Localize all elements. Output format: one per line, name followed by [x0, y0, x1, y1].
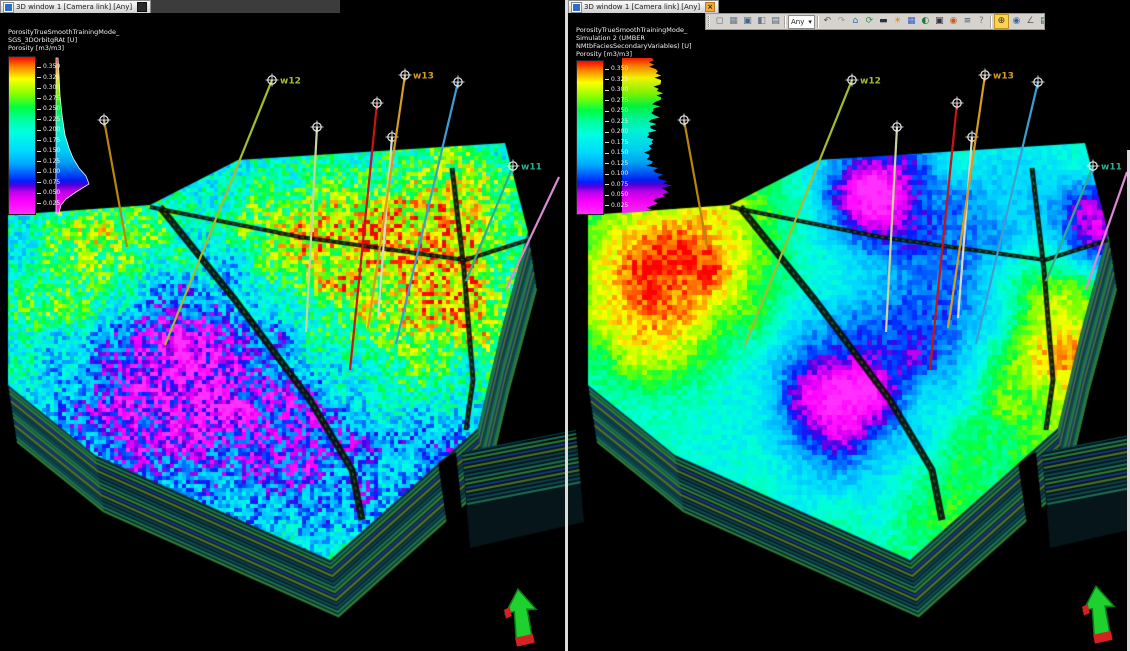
legend-tick: 0.250 — [605, 108, 628, 114]
left-window-tab[interactable]: 3D window 1 [Camera link] [Any] ▪ — [0, 0, 151, 13]
legend-tick: 0.225 — [37, 117, 60, 123]
legend-tick: 0.050 — [37, 190, 60, 196]
well-label: w11 — [521, 163, 542, 173]
well-label: w11 — [1101, 163, 1122, 173]
north-arrow-left — [502, 587, 540, 647]
well-left-1[interactable] — [98, 114, 128, 248]
well-label: w13 — [413, 72, 434, 82]
save-icon[interactable]: ▣ — [741, 15, 754, 28]
toolbar-separator — [817, 16, 819, 28]
legend-tick: 0.150 — [37, 148, 60, 154]
legend-tick: 0.300 — [37, 85, 60, 91]
right-legend-title: PorosityTrueSmoothTrainingMode_ Simulati… — [576, 26, 692, 58]
left-tab-strip: 3D window 1 [Camera link] [Any] ▪ — [0, 0, 340, 13]
left-legend-ticks: 0.350 0.325 0.300 0.275 0.250 0.225 0.200 0.175… — [37, 56, 71, 216]
table-icon[interactable]: ▦ — [727, 15, 740, 28]
legend-tick: 0.150 — [605, 150, 628, 156]
legend-tick: 0.125 — [605, 161, 628, 167]
eye-icon[interactable]: ◉ — [1010, 15, 1023, 28]
north-arrow-right — [1080, 584, 1118, 644]
redo-icon[interactable]: ↷ — [835, 15, 848, 28]
book-icon[interactable]: ▤ — [1038, 15, 1045, 28]
panel-divider[interactable] — [565, 0, 568, 651]
right-window-tab[interactable]: 3D window 1 [Camera link] [Any] × — [568, 0, 719, 13]
globe-icon[interactable]: ◐ — [919, 15, 932, 28]
select-icon[interactable]: ◻ — [713, 15, 726, 28]
well-left-9[interactable] — [506, 177, 559, 289]
well-label: w12 — [860, 77, 881, 87]
measure-icon[interactable]: ∠ — [1024, 15, 1037, 28]
right-legend-ticks: 0.350 0.325 0.300 0.275 0.250 0.225 0.200 0.175… — [605, 58, 639, 218]
legend-tick: 0.350 — [37, 64, 60, 70]
legend-tick: 0.100 — [605, 171, 628, 177]
legend-tick: 0.025 — [605, 203, 628, 209]
well-w11[interactable]: w11 — [466, 160, 542, 282]
well-label: w12 — [280, 77, 301, 87]
palette-icon[interactable]: ◉ — [947, 15, 960, 28]
right-tab-strip: 3D window 1 [Camera link] [Any] × — [568, 0, 700, 13]
screen-icon[interactable]: ▬ — [877, 15, 890, 28]
legend-tick: 0.075 — [37, 180, 60, 186]
well-right-4[interactable] — [958, 131, 979, 319]
legend-tick: 0.325 — [605, 77, 628, 83]
help-icon[interactable]: ? — [975, 15, 988, 28]
well-right-1[interactable] — [678, 114, 708, 248]
legend-tick: 0.325 — [37, 75, 60, 81]
toolbar: ◻▦▣◧▤Any▾↶↷⌂⟳▬☀▦◐▣◉≡?⊕◉∠▤▣⚑▸ — [705, 13, 1045, 30]
legend-tick: 0.200 — [605, 129, 628, 135]
legend-tick: 0.275 — [605, 98, 628, 104]
toolbar-separator — [784, 16, 786, 28]
well-left-3[interactable] — [306, 121, 324, 333]
legend-tick: 0.200 — [37, 127, 60, 133]
right-tab-close-button[interactable]: × — [705, 2, 715, 12]
well-right-9[interactable] — [1086, 172, 1127, 289]
well-left-5[interactable] — [350, 97, 384, 371]
grid-icon[interactable]: ▦ — [905, 15, 918, 28]
petrel-app-window: w12 w13 w11 w12 w13 w11 3D window 1 [Camera l… — [0, 0, 1130, 651]
window-icon — [572, 3, 581, 12]
well-label: w13 — [993, 72, 1014, 82]
well-right-5[interactable] — [930, 97, 964, 371]
legend-tick: 0.175 — [37, 138, 60, 144]
legend-tick: 0.050 — [605, 192, 628, 198]
left-color-legend[interactable] — [8, 56, 36, 215]
home-icon[interactable]: ⌂ — [849, 15, 862, 28]
camera-link-icon[interactable]: ⊕ — [994, 14, 1009, 29]
right-color-legend[interactable] — [576, 60, 604, 215]
legend-tick: 0.025 — [37, 201, 60, 207]
layers-icon[interactable]: ≡ — [961, 15, 974, 28]
monitor-icon[interactable]: ▣ — [933, 15, 946, 28]
toolbar-separator — [990, 16, 992, 28]
legend-tick: 0.100 — [37, 169, 60, 175]
well-w12[interactable]: w12 — [165, 74, 301, 346]
well-right-3[interactable] — [886, 121, 904, 333]
toolbar-grip[interactable] — [708, 16, 710, 27]
undo-icon[interactable]: ↶ — [821, 15, 834, 28]
filter-any-dropdown[interactable]: Any▾ — [788, 15, 815, 29]
legend-tick: 0.125 — [37, 159, 60, 165]
well-w12[interactable]: w12 — [745, 74, 881, 346]
chevron-down-icon: ▾ — [808, 18, 812, 26]
window-icon — [4, 3, 13, 12]
legend-tick: 0.175 — [605, 140, 628, 146]
print-icon[interactable]: ▤ — [769, 15, 782, 28]
left-tab-title: 3D window 1 [Camera link] [Any] — [16, 3, 132, 11]
layout-icon[interactable]: ◧ — [755, 15, 768, 28]
sun-icon[interactable]: ☀ — [891, 15, 904, 28]
refresh-icon[interactable]: ⟳ — [863, 15, 876, 28]
legend-tick: 0.350 — [605, 66, 628, 72]
well-right-7[interactable] — [976, 76, 1045, 345]
left-legend-title: PorosityTrueSmoothTrainingMode_ SGS_3DOr… — [8, 28, 119, 52]
left-tab-close-button[interactable]: ▪ — [137, 2, 147, 12]
right-tab-title: 3D window 1 [Camera link] [Any] — [584, 3, 700, 11]
legend-tick: 0.300 — [605, 87, 628, 93]
legend-tick: 0.225 — [605, 119, 628, 125]
well-left-7[interactable] — [396, 76, 465, 345]
legend-tick: 0.250 — [37, 106, 60, 112]
legend-tick: 0.075 — [605, 182, 628, 188]
legend-tick: 0.275 — [37, 96, 60, 102]
well-left-4[interactable] — [378, 131, 399, 319]
